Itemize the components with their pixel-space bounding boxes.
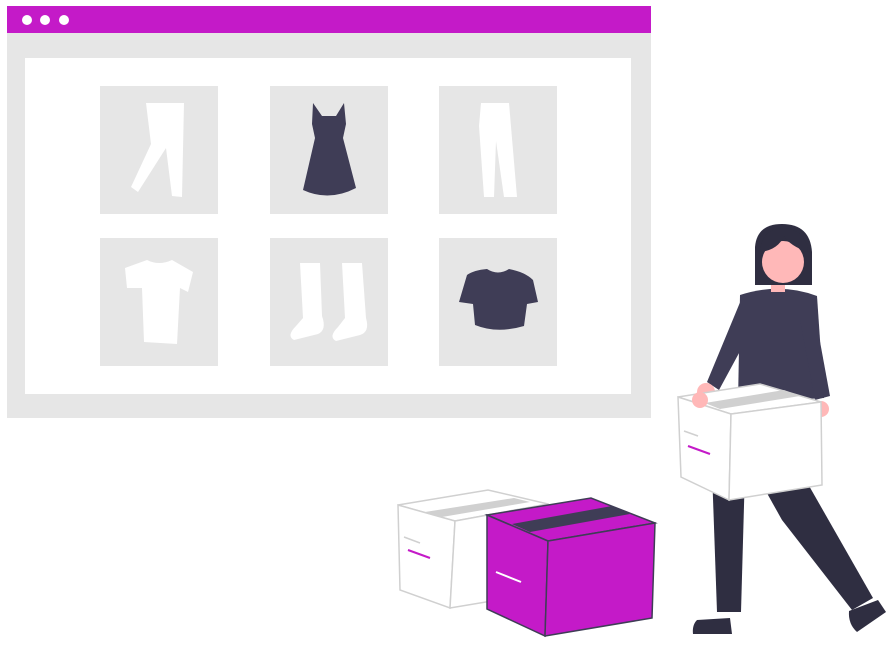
magenta-box <box>484 497 658 638</box>
illustration <box>0 0 892 653</box>
delivery-scene <box>397 224 886 638</box>
carried-box <box>677 383 823 502</box>
